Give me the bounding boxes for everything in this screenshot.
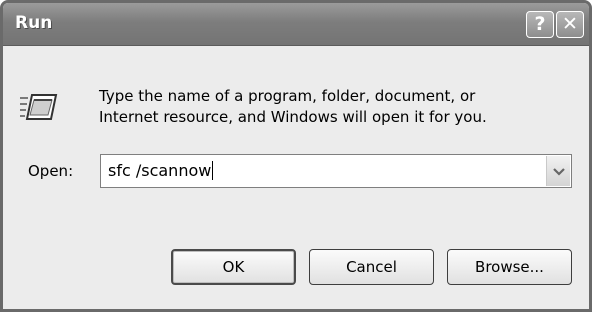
- open-label: Open:: [28, 162, 74, 180]
- close-icon: ✕: [562, 13, 578, 35]
- close-button[interactable]: ✕: [556, 11, 584, 38]
- run-dialog: Run ? ✕ Type the name of a program, fold…: [0, 0, 592, 312]
- open-combobox[interactable]: sfc /scannow: [100, 154, 572, 188]
- help-icon: ?: [534, 13, 546, 35]
- run-icon: [20, 94, 58, 120]
- open-input[interactable]: sfc /scannow: [108, 161, 214, 180]
- dialog-body: Type the name of a program, folder, docu…: [3, 46, 589, 309]
- dialog-description: Type the name of a program, folder, docu…: [99, 87, 487, 126]
- browse-button[interactable]: Browse...: [447, 249, 572, 285]
- chevron-down-icon: [552, 167, 565, 176]
- dropdown-button[interactable]: [546, 156, 570, 186]
- window-title: Run: [15, 13, 53, 33]
- help-button[interactable]: ?: [526, 11, 554, 38]
- title-bar[interactable]: Run ? ✕: [3, 3, 589, 46]
- cancel-button[interactable]: Cancel: [309, 249, 434, 285]
- ok-button[interactable]: OK: [171, 249, 296, 285]
